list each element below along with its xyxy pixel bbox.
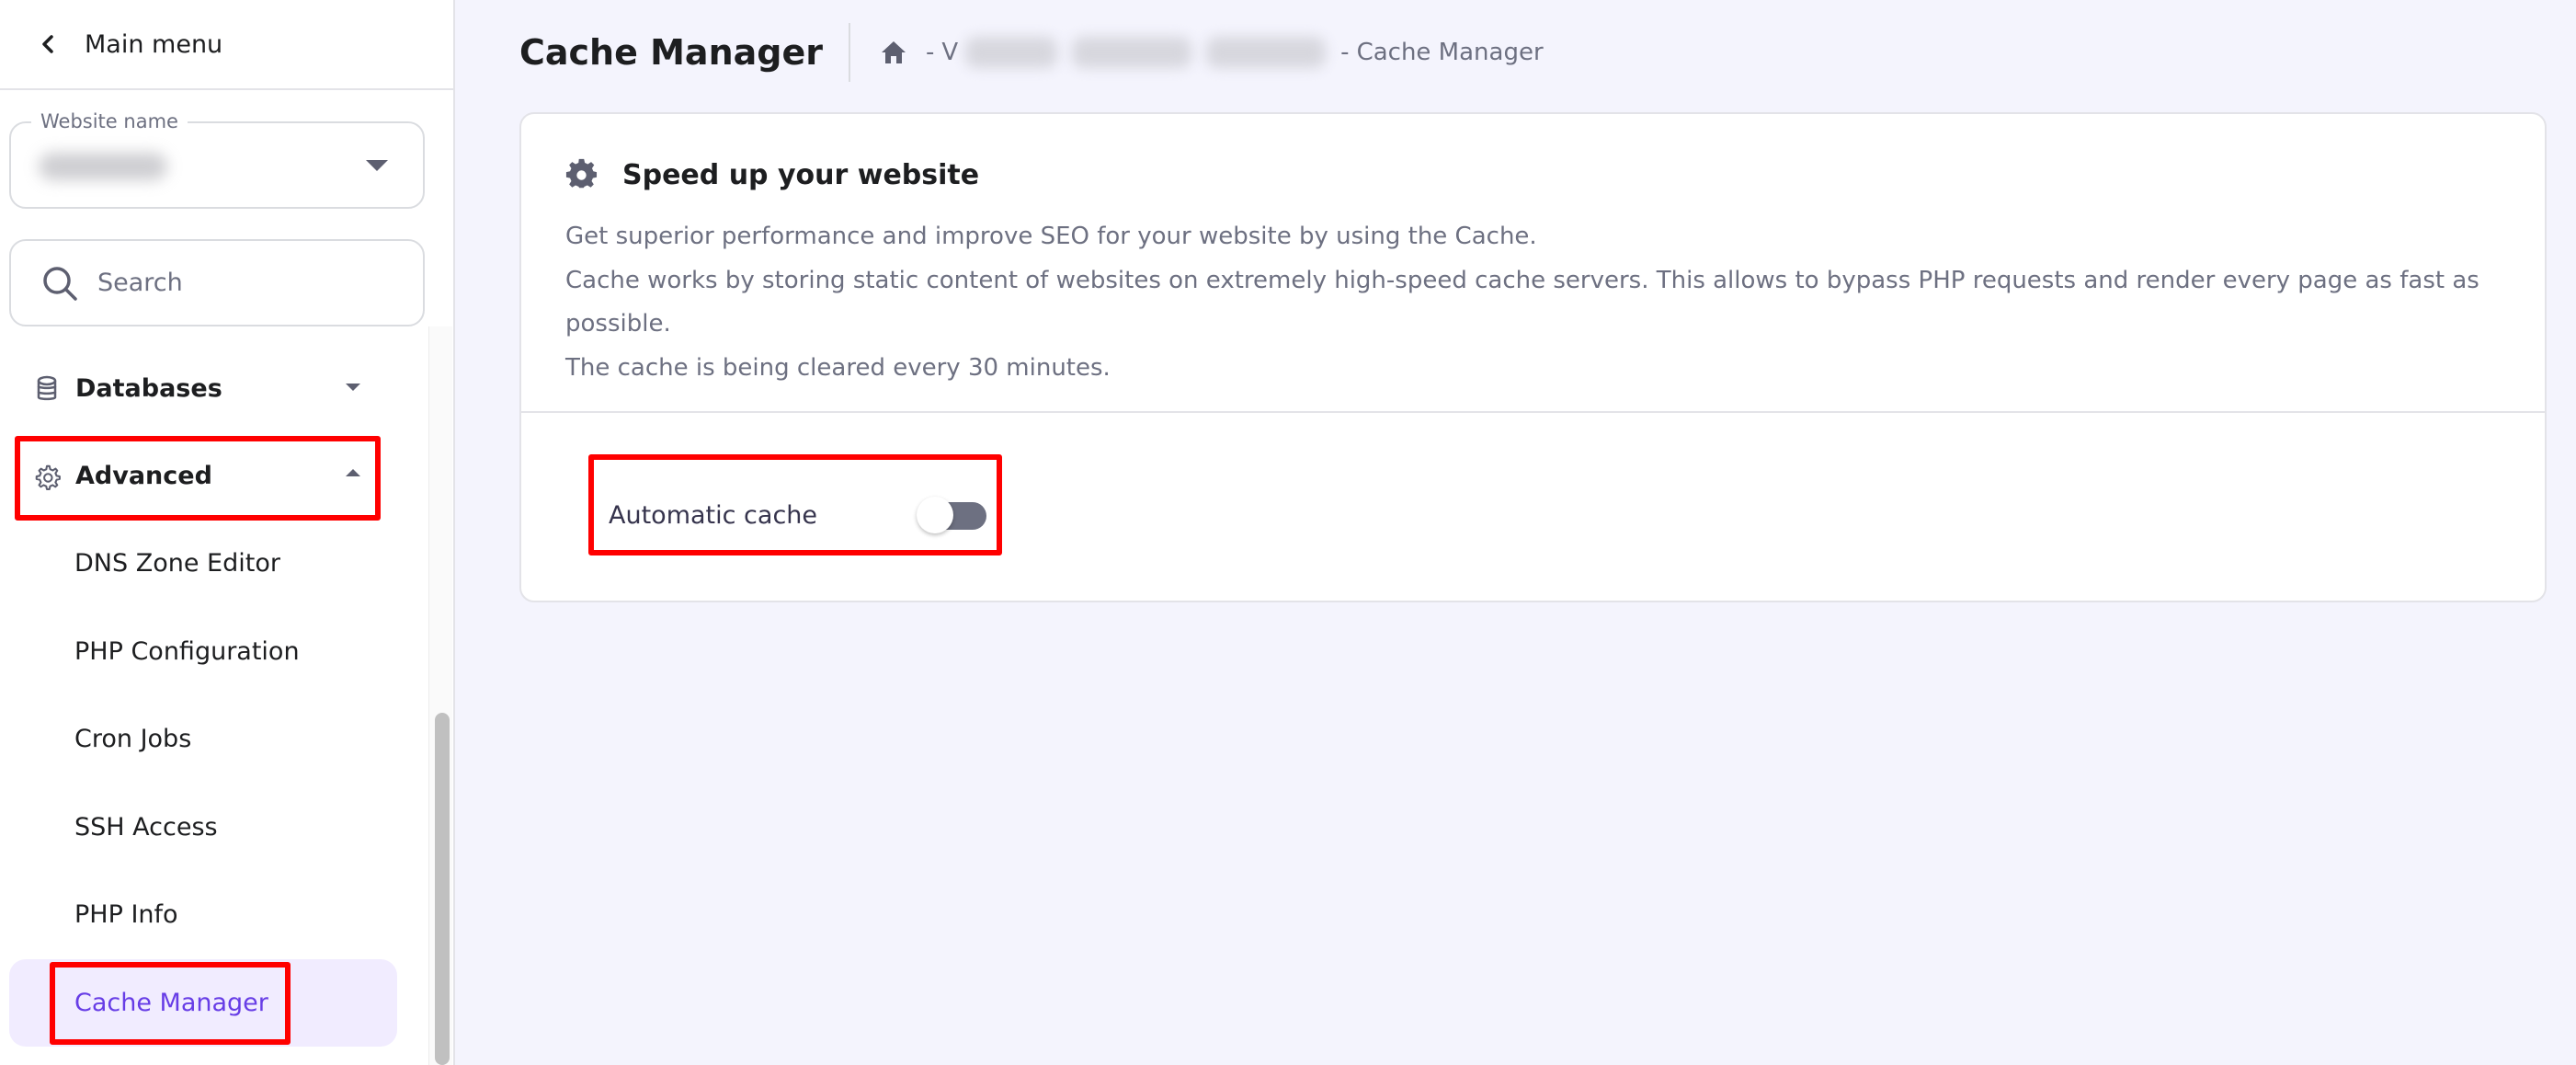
app: Main menu Website name Search Databases … (0, 0, 2576, 1065)
automatic-cache-toggle[interactable] (917, 497, 987, 533)
sidebar-subitem-label: Cache Manager (74, 988, 268, 1017)
card-description-line: Get superior performance and improve SEO… (565, 223, 1537, 250)
breadcrumb-separator: - (925, 39, 935, 66)
automatic-cache-row: Automatic cache (609, 494, 987, 536)
automatic-cache-label: Automatic cache (609, 500, 818, 530)
card-title-row: Speed up your website (565, 149, 2545, 200)
sidebar-subitem-label: PHP Info (74, 900, 178, 930)
sidebar-subitem-label: Cron Jobs (74, 725, 192, 754)
sidebar-subitem-label: SSH Access (74, 812, 218, 842)
toggle-knob (917, 497, 954, 533)
caret-down-icon (346, 384, 360, 391)
sidebar-subitem-cron-jobs[interactable]: Cron Jobs (0, 695, 432, 784)
sidebar-subitem-label: PHP Configuration (74, 636, 300, 666)
breadcrumb: - V - Cache Manager (878, 37, 1544, 68)
card-info-section: Speed up your website Get superior perfo… (521, 114, 2545, 413)
card-description-line: The cache is being cleared every 30 minu… (565, 353, 1111, 382)
sidebar-subitem-cache-manager[interactable]: Cache Manager (9, 958, 397, 1047)
caret-down-icon (366, 160, 388, 171)
card-description: Get superior performance and improve SEO… (565, 215, 2545, 390)
main-menu-label: Main menu (85, 29, 223, 59)
sidebar-item-databases[interactable]: Databases (0, 345, 432, 432)
breadcrumb-redacted-3[interactable] (1206, 37, 1327, 68)
sidebar-item-label: Advanced (75, 462, 212, 490)
breadcrumb-separator: - (1340, 39, 1350, 66)
gear-icon (565, 158, 598, 189)
sidebar-scrollbar-thumb[interactable] (435, 713, 450, 1065)
breadcrumb-first-char: V (941, 39, 959, 66)
sidebar-subitem-dns-zone-editor[interactable]: DNS Zone Editor (0, 520, 432, 608)
card-title: Speed up your website (622, 158, 980, 191)
header-divider (848, 23, 850, 82)
sidebar: Main menu Website name Search Databases … (0, 0, 455, 1065)
sidebar-subitem-php-info[interactable]: PHP Info (0, 871, 432, 959)
card-description-line: Cache works by storing static content of… (565, 266, 2479, 338)
caret-up-icon (346, 469, 360, 476)
breadcrumb-redacted-2[interactable] (1072, 37, 1192, 68)
home-icon[interactable] (878, 37, 909, 68)
database-icon (33, 375, 61, 403)
website-name-value-redacted (39, 153, 167, 180)
website-name-label: Website name (31, 110, 188, 132)
sidebar-search[interactable] (9, 239, 425, 326)
website-name-select[interactable]: Website name (9, 110, 425, 209)
page-title: Cache Manager (519, 32, 823, 73)
breadcrumb-current: Cache Manager (1356, 39, 1544, 66)
breadcrumb-redacted-1[interactable] (965, 37, 1058, 68)
chevron-left-icon (35, 31, 61, 57)
speed-up-card: Speed up your website Get superior perfo… (519, 112, 2547, 602)
sidebar-subitem-ssh-access[interactable]: SSH Access (0, 784, 432, 872)
search-input[interactable] (97, 269, 392, 297)
gear-outline-icon (33, 463, 61, 490)
sidebar-item-advanced[interactable]: Advanced (0, 432, 432, 520)
card-settings-section: Automatic cache (521, 413, 2545, 602)
main-menu-back-button[interactable]: Main menu (0, 0, 453, 90)
sidebar-subitem-php-configuration[interactable]: PHP Configuration (0, 608, 432, 696)
search-icon (43, 266, 77, 301)
sidebar-nav: Databases Advanced DNS Zone Editor PHP C… (0, 345, 432, 1047)
sidebar-item-label: Databases (75, 374, 222, 403)
page-header: Cache Manager - V - Cache Manager (519, 20, 1544, 85)
sidebar-subitem-label: DNS Zone Editor (74, 549, 280, 578)
